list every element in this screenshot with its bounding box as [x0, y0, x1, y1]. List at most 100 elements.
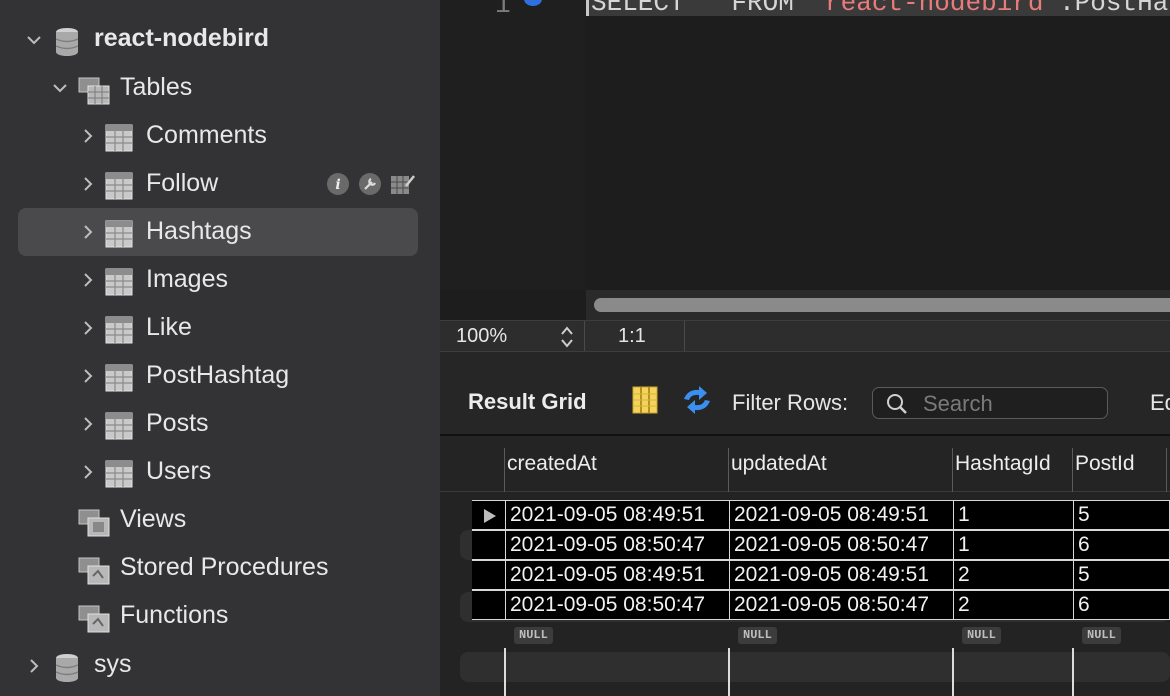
null-badge[interactable]: NULL	[738, 627, 777, 644]
column-divider	[1072, 648, 1074, 696]
table-icon	[105, 316, 133, 349]
grid-header: createdAt updatedAt HashtagId PostId	[440, 436, 1170, 492]
null-badge[interactable]: NULL	[962, 627, 1001, 644]
statusbar-divider	[584, 321, 585, 351]
cell-updatedat[interactable]: 2021-09-05 08:50:47	[729, 530, 954, 560]
column-divider	[1072, 448, 1073, 492]
column-divider	[728, 448, 729, 492]
statusbar-divider	[684, 321, 685, 351]
table-icon	[105, 364, 133, 397]
tables-folder-icon	[78, 76, 110, 111]
column-divider	[952, 648, 954, 696]
table-icon	[105, 412, 133, 445]
chevron-right-icon[interactable]	[24, 656, 44, 676]
table-row-hashtags[interactable]: Hashtags	[0, 208, 440, 256]
cell-updatedat[interactable]: 2021-09-05 08:49:51	[729, 560, 954, 590]
database-icon	[54, 652, 80, 689]
chevron-right-icon[interactable]	[78, 366, 98, 386]
chevron-right-icon[interactable]	[78, 270, 98, 290]
table-row-users[interactable]: Users	[0, 448, 440, 496]
chevron-down-icon[interactable]	[50, 78, 70, 98]
chevron-right-icon[interactable]	[78, 126, 98, 146]
table-icon	[105, 172, 133, 205]
row-header[interactable]	[472, 530, 506, 560]
cell-createdat[interactable]: 2021-09-05 08:50:47	[505, 530, 730, 560]
filter-search-box[interactable]	[872, 387, 1108, 419]
folder-row-stored-procedures[interactable]: Stored Procedures	[0, 544, 440, 592]
procedures-folder-icon	[78, 556, 110, 591]
edit-label[interactable]: Ed	[1150, 390, 1170, 416]
column-header-hashtagid[interactable]: HashtagId	[955, 452, 1051, 476]
schema-row-sys[interactable]: sys	[0, 642, 440, 690]
table-label: Posts	[146, 409, 209, 437]
column-divider	[1166, 448, 1167, 492]
cell-updatedat[interactable]: 2021-09-05 08:49:51	[729, 500, 954, 530]
schema-row-react-nodebird[interactable]: react-nodebird	[0, 16, 440, 64]
table-row-comments[interactable]: Comments	[0, 112, 440, 160]
code-line[interactable]: SELECT * FROM `react-nodebird`.PostHa	[586, 0, 1170, 18]
cell-hashtagid[interactable]: 1	[953, 500, 1074, 530]
cell-hashtagid[interactable]: 1	[953, 530, 1074, 560]
cell-createdat[interactable]: 2021-09-05 08:50:47	[505, 590, 730, 620]
chevron-right-icon[interactable]	[78, 222, 98, 242]
sql-editor[interactable]: 1 SELECT * FROM `react-nodebird`.PostHa	[440, 0, 1170, 320]
code-table-identifier: .PostHa	[1059, 0, 1169, 18]
column-header-postid[interactable]: PostId	[1075, 452, 1135, 476]
table-hover-tools: i	[326, 172, 415, 196]
cell-postid[interactable]: 6	[1073, 530, 1170, 560]
chevron-right-icon[interactable]	[78, 414, 98, 434]
wrench-icon[interactable]	[358, 172, 382, 196]
schema-label: react-nodebird	[94, 24, 270, 52]
info-icon[interactable]: i	[326, 172, 350, 196]
null-badge[interactable]: NULL	[514, 627, 553, 644]
editor-statusbar: 100% 1:1	[440, 320, 1170, 352]
folder-row-functions[interactable]: Functions	[0, 592, 440, 640]
table-edit-icon[interactable]	[390, 172, 415, 196]
table-row-posts[interactable]: Posts	[0, 400, 440, 448]
zoom-level: 100%	[456, 325, 508, 347]
cell-updatedat[interactable]: 2021-09-05 08:50:47	[729, 590, 954, 620]
folder-row-views[interactable]: Views	[0, 496, 440, 544]
refresh-icon[interactable]	[680, 385, 714, 415]
table-icon	[105, 220, 133, 253]
current-row-pointer-icon	[484, 509, 496, 523]
chevron-right-icon[interactable]	[78, 318, 98, 338]
table-label: Hashtags	[146, 217, 252, 245]
folder-row-tables[interactable]: Tables	[0, 64, 440, 112]
chevron-right-icon[interactable]	[78, 174, 98, 194]
row-header[interactable]	[472, 590, 506, 620]
result-grid-tab[interactable]: Result Grid	[468, 389, 587, 415]
views-folder-icon	[78, 508, 110, 543]
zoom-stepper-icon[interactable]	[558, 323, 576, 351]
cell-postid[interactable]: 5	[1073, 560, 1170, 590]
filter-search-input[interactable]	[923, 391, 1103, 417]
cell-postid[interactable]: 5	[1073, 500, 1170, 530]
table-row-posthashtag[interactable]: PostHashtag	[0, 352, 440, 400]
line-gutter: 1	[440, 0, 586, 290]
result-grid-layout-icon[interactable]	[632, 386, 658, 414]
column-header-updatedat[interactable]: updatedAt	[731, 452, 827, 476]
cell-createdat[interactable]: 2021-09-05 08:49:51	[505, 560, 730, 590]
column-divider	[728, 648, 730, 696]
chevron-down-icon[interactable]	[24, 30, 44, 50]
table-row-images[interactable]: Images	[0, 256, 440, 304]
row-header[interactable]	[472, 500, 506, 530]
table-label: Comments	[146, 121, 267, 149]
cell-createdat[interactable]: 2021-09-05 08:49:51	[505, 500, 730, 530]
line-number: 1	[495, 0, 511, 20]
code-schema-literal: `react-nodebird`	[809, 0, 1060, 18]
null-badge[interactable]: NULL	[1082, 627, 1121, 644]
column-divider	[504, 448, 505, 492]
schema-navigator: react-nodebird Tables Comments Follow i Has…	[0, 0, 440, 696]
column-header-createdat[interactable]: createdAt	[507, 452, 597, 476]
row-header[interactable]	[472, 560, 506, 590]
scrollbar-thumb[interactable]	[594, 298, 1170, 312]
cell-hashtagid[interactable]: 2	[953, 560, 1074, 590]
result-grid[interactable]: createdAt updatedAt HashtagId PostId 202…	[440, 436, 1170, 696]
cell-postid[interactable]: 6	[1073, 590, 1170, 620]
horizontal-scrollbar[interactable]	[586, 290, 1170, 320]
table-row-follow[interactable]: Follow i	[0, 160, 440, 208]
table-row-like[interactable]: Like	[0, 304, 440, 352]
chevron-right-icon[interactable]	[78, 462, 98, 482]
cell-hashtagid[interactable]: 2	[953, 590, 1074, 620]
